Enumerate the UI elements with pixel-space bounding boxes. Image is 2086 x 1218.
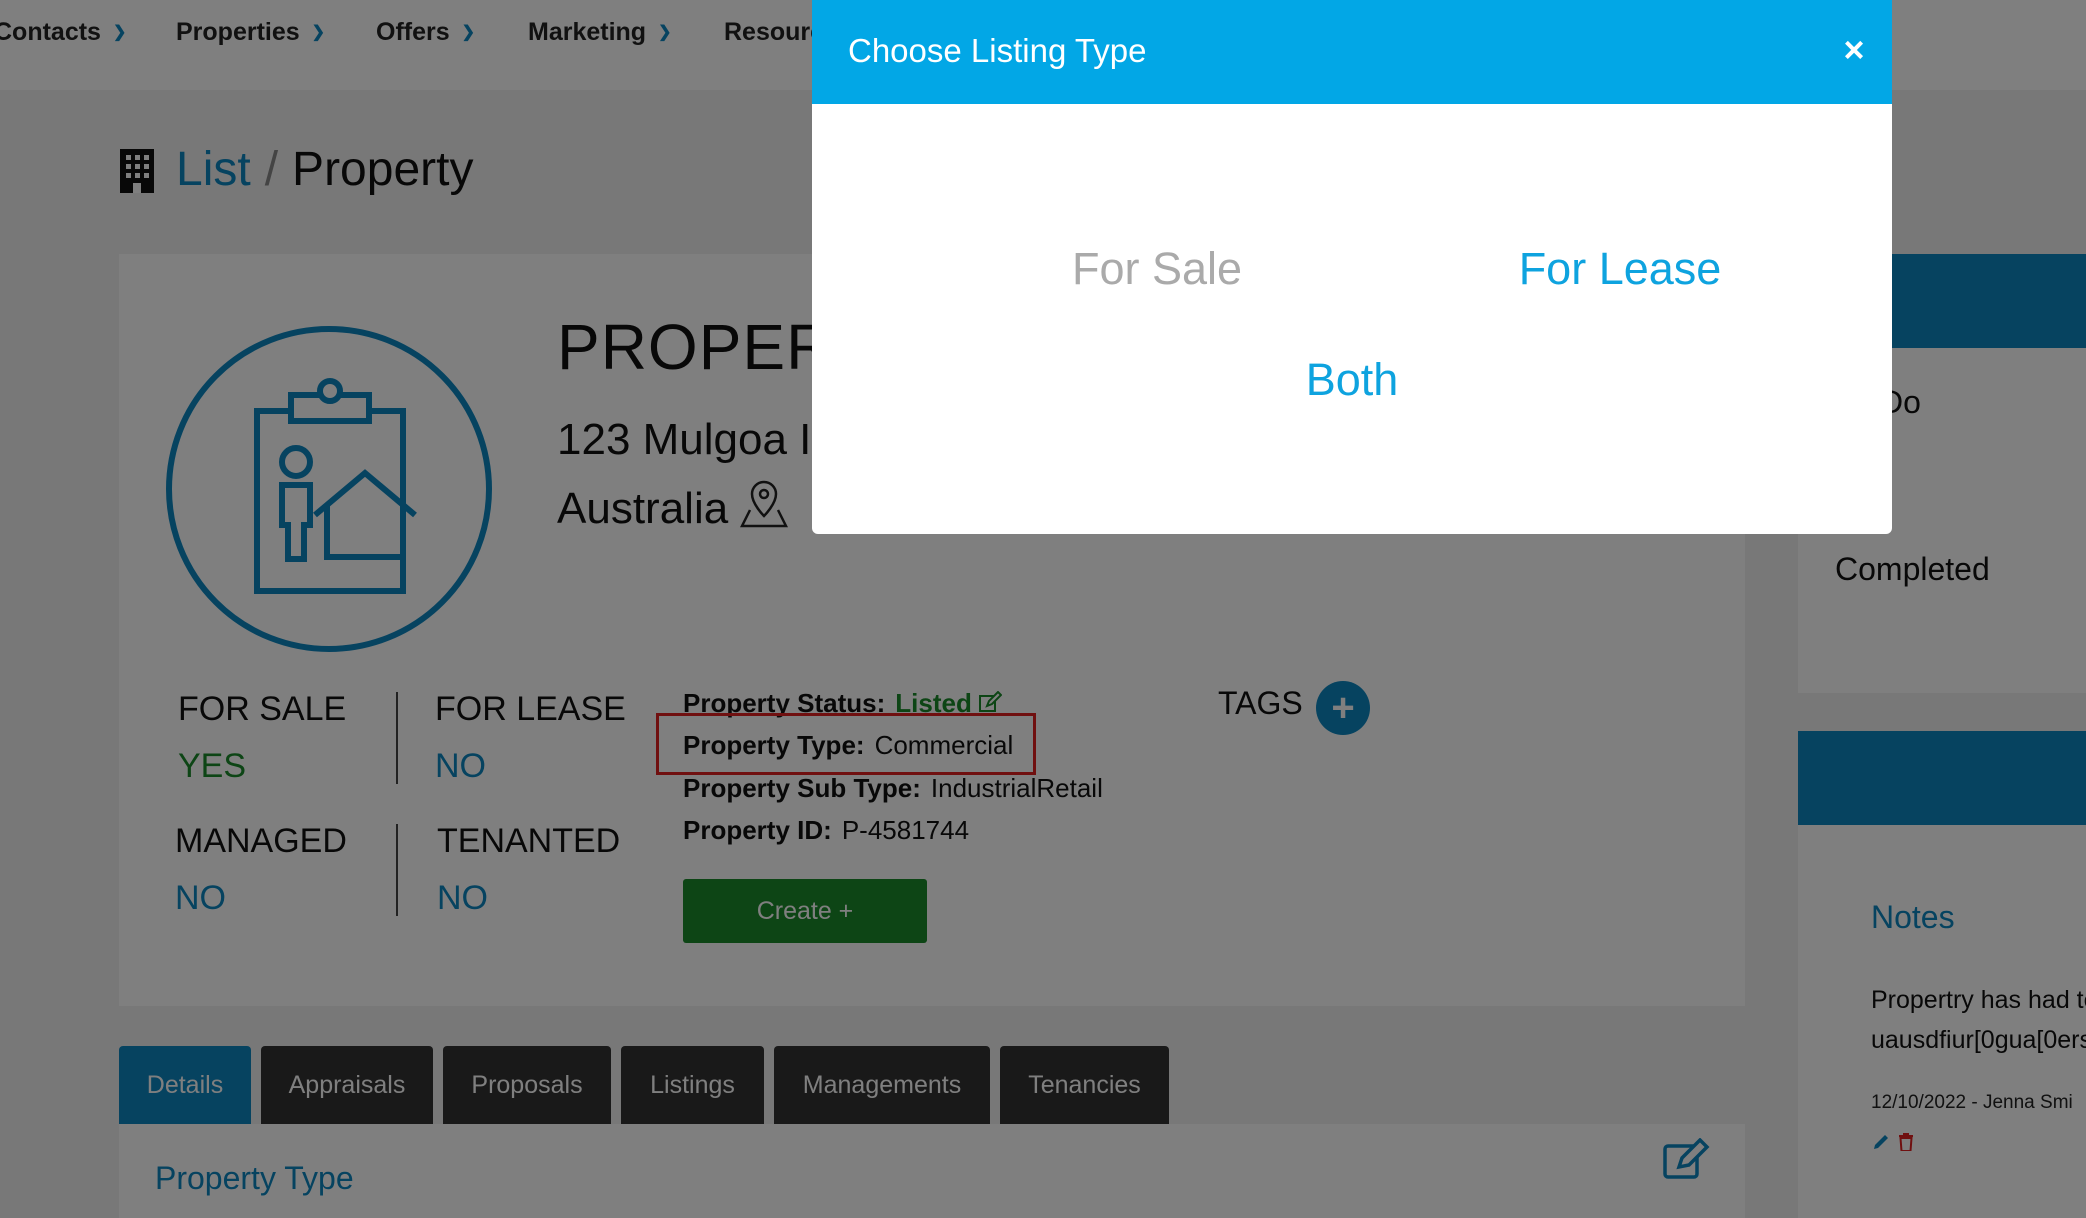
option-for-lease[interactable]: For Lease: [1357, 243, 1883, 295]
option-for-sale[interactable]: For Sale: [962, 243, 1352, 295]
modal-header: Choose Listing Type ×: [812, 0, 1892, 104]
close-button[interactable]: ×: [1834, 29, 1874, 70]
listing-type-modal: Choose Listing Type × For Sale For Lease…: [812, 0, 1892, 534]
option-both[interactable]: Both: [1152, 354, 1552, 406]
modal-title: Choose Listing Type: [848, 32, 1147, 69]
